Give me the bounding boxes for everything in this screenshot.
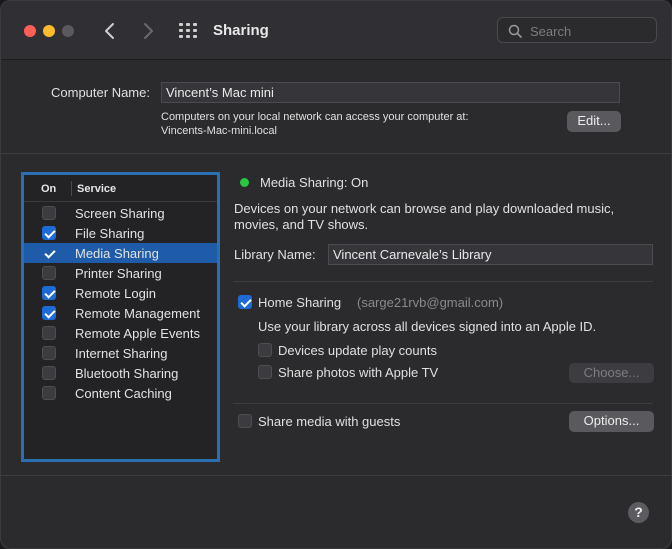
service-row-remote-apple-events[interactable]: Remote Apple Events xyxy=(24,323,217,343)
media-sharing-status: Media Sharing: On xyxy=(260,175,369,190)
play-counts-checkbox[interactable] xyxy=(258,343,272,357)
share-with-guests-label: Share media with guests xyxy=(258,414,401,429)
local-hostname: Vincents-Mac-mini.local xyxy=(161,125,277,137)
footer-divider xyxy=(1,475,671,476)
service-name: Remote Login xyxy=(75,286,156,301)
service-checkbox[interactable] xyxy=(42,386,56,400)
back-chevron-icon[interactable] xyxy=(99,19,121,43)
service-checkbox[interactable] xyxy=(42,206,56,220)
access-info-text: Computers on your local network can acce… xyxy=(161,111,469,123)
service-checkbox[interactable] xyxy=(42,246,56,260)
service-name: Internet Sharing xyxy=(75,346,168,361)
media-description-line1: Devices on your network can browse and p… xyxy=(234,201,615,216)
search-field[interactable] xyxy=(497,17,657,43)
service-name: Bluetooth Sharing xyxy=(75,366,179,381)
library-name-field[interactable]: Vincent Carnevale’s Library xyxy=(328,244,653,265)
service-row-bluetooth-sharing[interactable]: Bluetooth Sharing xyxy=(24,363,217,383)
home-sharing-description: Use your library across all devices sign… xyxy=(258,319,597,334)
window-title: Sharing xyxy=(213,22,269,39)
service-column-header: Service xyxy=(77,183,117,195)
options-button[interactable]: Options... xyxy=(569,411,654,432)
forward-chevron-icon[interactable] xyxy=(137,19,159,43)
service-row-media-sharing[interactable]: Media Sharing xyxy=(24,243,217,263)
service-row-printer-sharing[interactable]: Printer Sharing xyxy=(24,263,217,283)
service-row-remote-login[interactable]: Remote Login xyxy=(24,283,217,303)
service-row-screen-sharing[interactable]: Screen Sharing xyxy=(24,203,217,223)
on-column-header: On xyxy=(41,183,57,195)
library-name-label: Library Name: xyxy=(234,247,316,262)
service-name: Media Sharing xyxy=(75,246,159,261)
help-button[interactable]: ? xyxy=(628,502,649,523)
status-indicator-icon xyxy=(240,178,249,187)
service-checkbox[interactable] xyxy=(42,326,56,340)
computer-name-field[interactable]: Vincent’s Mac mini xyxy=(161,82,620,103)
titlebar: Sharing xyxy=(1,1,671,60)
search-input[interactable] xyxy=(528,22,652,40)
section-divider xyxy=(233,281,653,282)
service-list[interactable]: On Service Screen Sharing File Sharing M… xyxy=(21,172,220,462)
service-name: Content Caching xyxy=(75,386,172,401)
minimize-window-button[interactable] xyxy=(43,25,55,37)
play-counts-label: Devices update play counts xyxy=(278,343,437,358)
service-checkbox[interactable] xyxy=(42,346,56,360)
service-row-file-sharing[interactable]: File Sharing xyxy=(24,223,217,243)
choose-button[interactable]: Choose... xyxy=(569,363,654,383)
service-checkbox[interactable] xyxy=(42,306,56,320)
home-sharing-checkbox[interactable] xyxy=(238,295,252,309)
service-checkbox[interactable] xyxy=(42,226,56,240)
column-separator xyxy=(71,181,72,196)
service-checkbox[interactable] xyxy=(42,266,56,280)
service-row-content-caching[interactable]: Content Caching xyxy=(24,383,217,403)
service-list-header: On Service xyxy=(24,175,217,202)
edit-button[interactable]: Edit... xyxy=(567,111,621,132)
service-row-internet-sharing[interactable]: Internet Sharing xyxy=(24,343,217,363)
service-name: Remote Apple Events xyxy=(75,326,201,341)
share-photos-checkbox[interactable] xyxy=(258,365,272,379)
show-all-grid-icon[interactable] xyxy=(179,23,197,39)
service-name: Screen Sharing xyxy=(75,206,165,221)
computer-name-label: Computer Name: xyxy=(51,85,150,100)
service-name: Remote Management xyxy=(75,306,201,321)
service-name: Printer Sharing xyxy=(75,266,162,281)
share-with-guests-checkbox[interactable] xyxy=(238,414,252,428)
home-sharing-label: Home Sharing xyxy=(258,295,342,310)
section-divider xyxy=(1,153,671,154)
service-row-remote-management[interactable]: Remote Management xyxy=(24,303,217,323)
service-checkbox[interactable] xyxy=(42,286,56,300)
service-checkbox[interactable] xyxy=(42,366,56,380)
section-divider xyxy=(233,403,653,404)
zoom-window-button[interactable] xyxy=(62,25,74,37)
service-name: File Sharing xyxy=(75,226,145,241)
home-sharing-account: (sarge21rvb@gmail.com) xyxy=(357,295,504,310)
close-window-button[interactable] xyxy=(24,25,36,37)
sharing-window: Sharing Computer Name: Vincent’s Mac min… xyxy=(0,0,672,549)
share-photos-label: Share photos with Apple TV xyxy=(278,365,439,380)
search-icon xyxy=(508,24,522,38)
media-description-line2: movies, and TV shows. xyxy=(234,217,369,232)
